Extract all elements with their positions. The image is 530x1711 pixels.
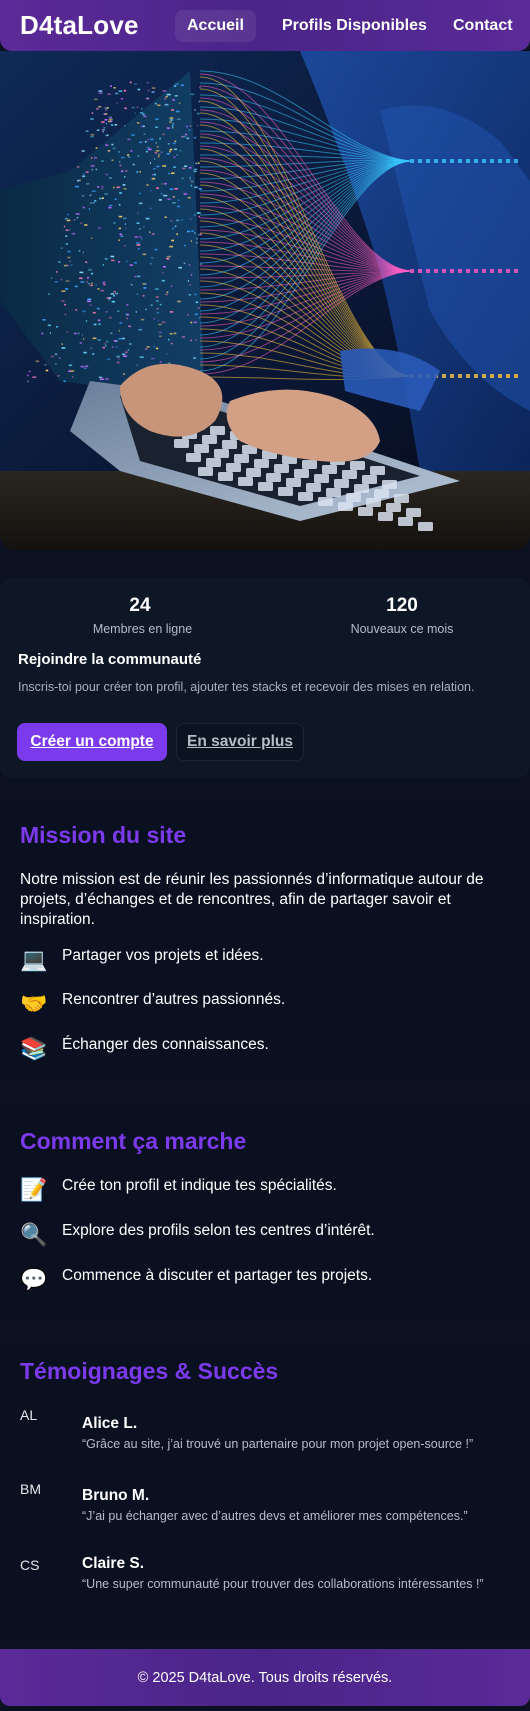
nav-link-accueil[interactable]: Accueil [175,10,256,42]
testimonial-name: Bruno M. [82,1487,150,1504]
nav-link-profils[interactable]: Profils Disponibles [270,10,439,42]
memo-icon: 📝 [20,1177,48,1202]
how-step-profile: Crée ton profil et indique tes spécialit… [62,1177,337,1194]
testimonial-name: Claire S. [82,1555,145,1572]
testimonial-quote: “J’ai pu échanger avec d’autres devs et … [82,1509,468,1523]
mission-text: Notre mission est de réunir les passionn… [20,871,484,928]
avatar: BM [20,1481,41,1497]
magnifier-icon: 🔍 [20,1222,48,1247]
testimonial-quote: “Grâce au site, j’ai trouvé un partenair… [82,1437,474,1451]
stat-new-label: Nouveaux ce mois [350,622,454,636]
top-navbar: D4taLove Accueil Profils Disponibles Con… [0,0,530,51]
stat-new-value: 120 [386,595,418,616]
how-step-discuss: Commence à discuter et partager tes proj… [62,1267,373,1284]
join-description: Inscris-toi pour créer ton profil, ajout… [18,680,475,694]
mission-item-exchange: Échanger des connaissances. [62,1036,269,1053]
mission-item-projects: Partager vos projets et idées. [62,947,264,964]
stat-online-label: Membres en ligne [92,622,193,636]
brand-logo-text[interactable]: D4taLove [20,10,139,41]
testimonial-name: Alice L. [82,1415,138,1432]
stat-online-value: 24 [129,595,151,616]
learn-more-button[interactable]: En savoir plus [176,723,304,761]
nav-link-contact[interactable]: Contact [441,10,525,42]
hero-image [0,51,530,550]
laptop-icon: 💻 [20,947,48,972]
laptop-data-streams-image [0,51,530,550]
testimonials-title: Témoignages & Succès [20,1358,279,1384]
avatar: AL [20,1407,38,1423]
footer: © 2025 D4taLove. Tous droits réservés. [0,1649,530,1706]
mission-item-meet: Rencontrer d’autres passionnés. [62,991,286,1008]
create-account-button[interactable]: Créer un compte [17,723,167,761]
join-title: Rejoindre la communauté [18,651,202,668]
handshake-icon: 🤝 [20,991,48,1016]
footer-copyright: © 2025 D4taLove. Tous droits réservés. [137,1669,393,1686]
testimonials-section [0,1345,530,1640]
books-icon: 📚 [20,1036,48,1061]
mission-title: Mission du site [20,822,187,848]
how-step-explore: Explore des profils selon tes centres d’… [62,1222,375,1239]
how-it-works-title: Comment ça marche [20,1128,247,1154]
testimonial-quote: “Une super communauté pour trouver des c… [82,1577,484,1591]
avatar: CS [20,1557,40,1573]
speech-bubble-icon: 💬 [20,1267,48,1292]
